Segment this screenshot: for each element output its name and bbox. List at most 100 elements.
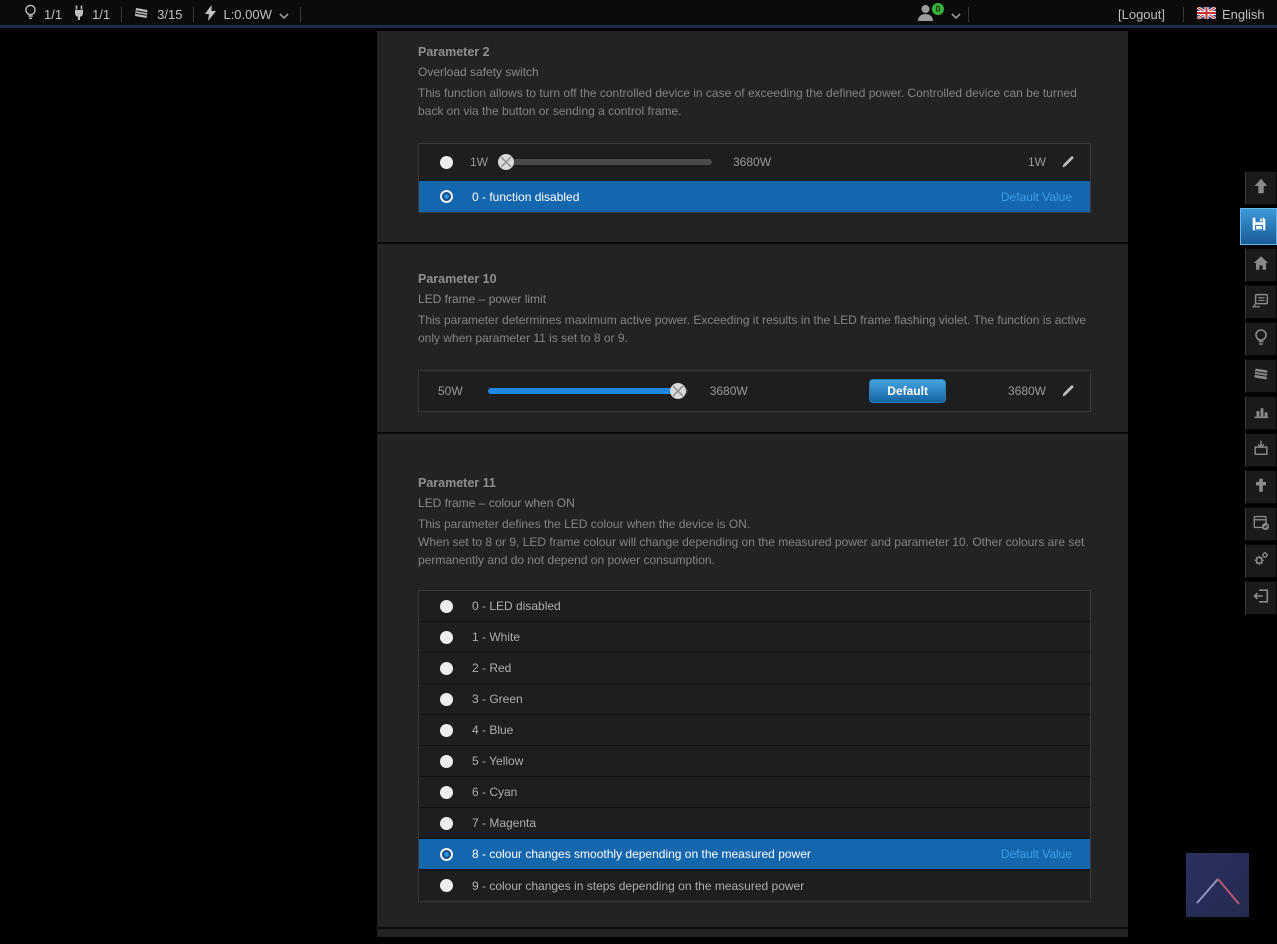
parameter-10-subtitle: LED frame – power limit	[418, 292, 1091, 306]
parameter-2-slider-row: 1W 3680W 1W	[419, 144, 1090, 181]
box-download-icon	[1252, 439, 1270, 462]
home-button[interactable]	[1245, 248, 1277, 282]
parameter-2-option-0[interactable]: 0 - function disabled Default Value	[419, 181, 1090, 212]
settings-button[interactable]	[1245, 544, 1277, 578]
option-label: 8 - colour changes smoothly depending on…	[472, 847, 811, 861]
exit-door-icon	[1252, 587, 1270, 610]
arrow-up-icon	[1252, 177, 1270, 200]
parameter-10-section: Parameter 10 LED frame – power limit Thi…	[377, 244, 1128, 432]
topbar-separator	[300, 7, 301, 22]
logo-right-line	[1218, 879, 1239, 904]
topbar-bulb-counter[interactable]: 1/1	[24, 4, 62, 24]
topbar: 1/1 1/1 3/15 L:0.00W	[0, 0, 1277, 28]
slider-min-label: 1W	[470, 155, 488, 169]
option-label: 7 - Magenta	[472, 816, 536, 830]
schedule-button[interactable]	[1245, 507, 1277, 541]
bulb-count: 1/1	[44, 7, 62, 22]
parameter-2-section: Parameter 2 Overload safety switch This …	[377, 31, 1128, 242]
measurements-button[interactable]	[1245, 396, 1277, 430]
integrations-button[interactable]	[1245, 470, 1277, 504]
notification-badge: 0	[932, 3, 944, 15]
parameter-11-description-1: This parameter defines the LED colour wh…	[418, 515, 1091, 533]
option-label: 9 - colour changes in steps depending on…	[472, 879, 804, 893]
option-label: 0 - LED disabled	[472, 599, 561, 613]
parameter-11-title: Parameter 11	[418, 476, 1091, 490]
topbar-separator	[121, 7, 122, 22]
parameter-10-value: 3680W	[1008, 384, 1046, 398]
chevron-down-icon	[279, 7, 289, 22]
parameter-11-option-1[interactable]: 1 - White	[419, 622, 1090, 653]
slider-handle[interactable]	[498, 154, 515, 171]
parameter-11-option-5[interactable]: 5 - Yellow	[419, 746, 1090, 777]
topbar-shutter-counter[interactable]: 3/15	[133, 6, 182, 23]
parameter-11-section: Parameter 11 LED frame – colour when ON …	[377, 434, 1128, 927]
user-menu[interactable]: 0	[916, 0, 961, 28]
radio-icon[interactable]	[440, 693, 453, 706]
parameter-2-slider[interactable]	[500, 159, 712, 165]
chevron-down-icon	[951, 7, 961, 22]
parameter-11-option-6[interactable]: 6 - Cyan	[419, 777, 1090, 808]
parameter-10-slider[interactable]	[488, 388, 688, 394]
parameter-11-option-8[interactable]: 8 - colour changes smoothly depending on…	[419, 839, 1090, 870]
option-label: 1 - White	[472, 630, 520, 644]
slider-max-label: 3680W	[733, 155, 771, 169]
option-label: 6 - Cyan	[472, 785, 517, 799]
lighting-button[interactable]	[1245, 322, 1277, 356]
topbar-power-dropdown[interactable]: L:0.00W	[205, 5, 288, 24]
parameter-2-subtitle: Overload safety switch	[418, 65, 1091, 79]
parameter-11-description-2: When set to 8 or 9, LED frame colour wil…	[418, 533, 1091, 569]
radio-icon[interactable]	[440, 631, 453, 644]
roller-shutter-icon	[1252, 366, 1270, 387]
topbar-separator	[1183, 0, 1184, 28]
save-button[interactable]	[1240, 208, 1277, 245]
firmware-update-button[interactable]	[1245, 433, 1277, 467]
bulb-icon	[24, 4, 37, 24]
side-toolbar	[1244, 171, 1277, 618]
radio-icon[interactable]	[440, 879, 453, 892]
channels-button[interactable]	[1245, 285, 1277, 319]
gears-icon	[1252, 550, 1270, 573]
brand-logo[interactable]	[1186, 853, 1249, 917]
scroll-top-button[interactable]	[1245, 171, 1277, 205]
parameter-2-custom-radio[interactable]	[440, 156, 453, 169]
radio-icon[interactable]	[440, 817, 453, 830]
radio-icon[interactable]	[440, 600, 453, 613]
parameter-10-slider-row: 50W 3680W Default 3680W	[419, 371, 1090, 411]
topbar-plug-counter[interactable]: 1/1	[73, 5, 110, 24]
language-selector[interactable]: English	[1197, 0, 1265, 28]
parameter-2-control-group: 1W 3680W 1W 0 - function disabled Defaul…	[418, 143, 1091, 213]
parameter-11-option-list: 0 - LED disabled 1 - White 2 - Red 3 - Gree…	[418, 590, 1091, 902]
radio-selected-icon[interactable]	[440, 848, 453, 861]
parameter-11-option-9[interactable]: 9 - colour changes in steps depending on…	[419, 870, 1090, 901]
parameter-11-option-7[interactable]: 7 - Magenta	[419, 808, 1090, 839]
radio-icon[interactable]	[440, 662, 453, 675]
slider-handle[interactable]	[669, 383, 686, 400]
default-button[interactable]: Default	[869, 379, 946, 403]
default-value-label: Default Value	[1001, 847, 1076, 861]
logout-link[interactable]: [Logout]	[1118, 0, 1165, 28]
option-label: 3 - Green	[472, 692, 523, 706]
radio-selected-icon[interactable]	[440, 190, 453, 203]
radio-icon[interactable]	[440, 724, 453, 737]
parameter-11-subtitle: LED frame – colour when ON	[418, 496, 1091, 510]
radio-icon[interactable]	[440, 786, 453, 799]
home-icon	[1252, 254, 1270, 277]
puzzle-icon	[1252, 476, 1270, 499]
parameter-11-option-4[interactable]: 4 - Blue	[419, 715, 1090, 746]
calendar-check-icon	[1252, 513, 1270, 536]
parameter-11-option-3[interactable]: 3 - Green	[419, 684, 1090, 715]
power-label: L:0.00W	[223, 7, 271, 22]
device-module-icon	[1252, 291, 1270, 314]
parameter-11-option-0[interactable]: 0 - LED disabled	[419, 591, 1090, 622]
slider-max-label: 3680W	[710, 384, 748, 398]
edit-pencil-icon[interactable]	[1060, 383, 1076, 399]
logout-label: [Logout]	[1118, 7, 1165, 22]
parameter-11-option-2[interactable]: 2 - Red	[419, 653, 1090, 684]
next-section-edge	[377, 929, 1128, 937]
exit-button[interactable]	[1245, 581, 1277, 615]
device-parameters-panel: Parameter 2 Overload safety switch This …	[377, 31, 1128, 937]
parameter-2-description: This function allows to turn off the con…	[418, 84, 1091, 120]
edit-pencil-icon[interactable]	[1060, 154, 1076, 170]
radio-icon[interactable]	[440, 755, 453, 768]
roller-shutter-button[interactable]	[1245, 359, 1277, 393]
